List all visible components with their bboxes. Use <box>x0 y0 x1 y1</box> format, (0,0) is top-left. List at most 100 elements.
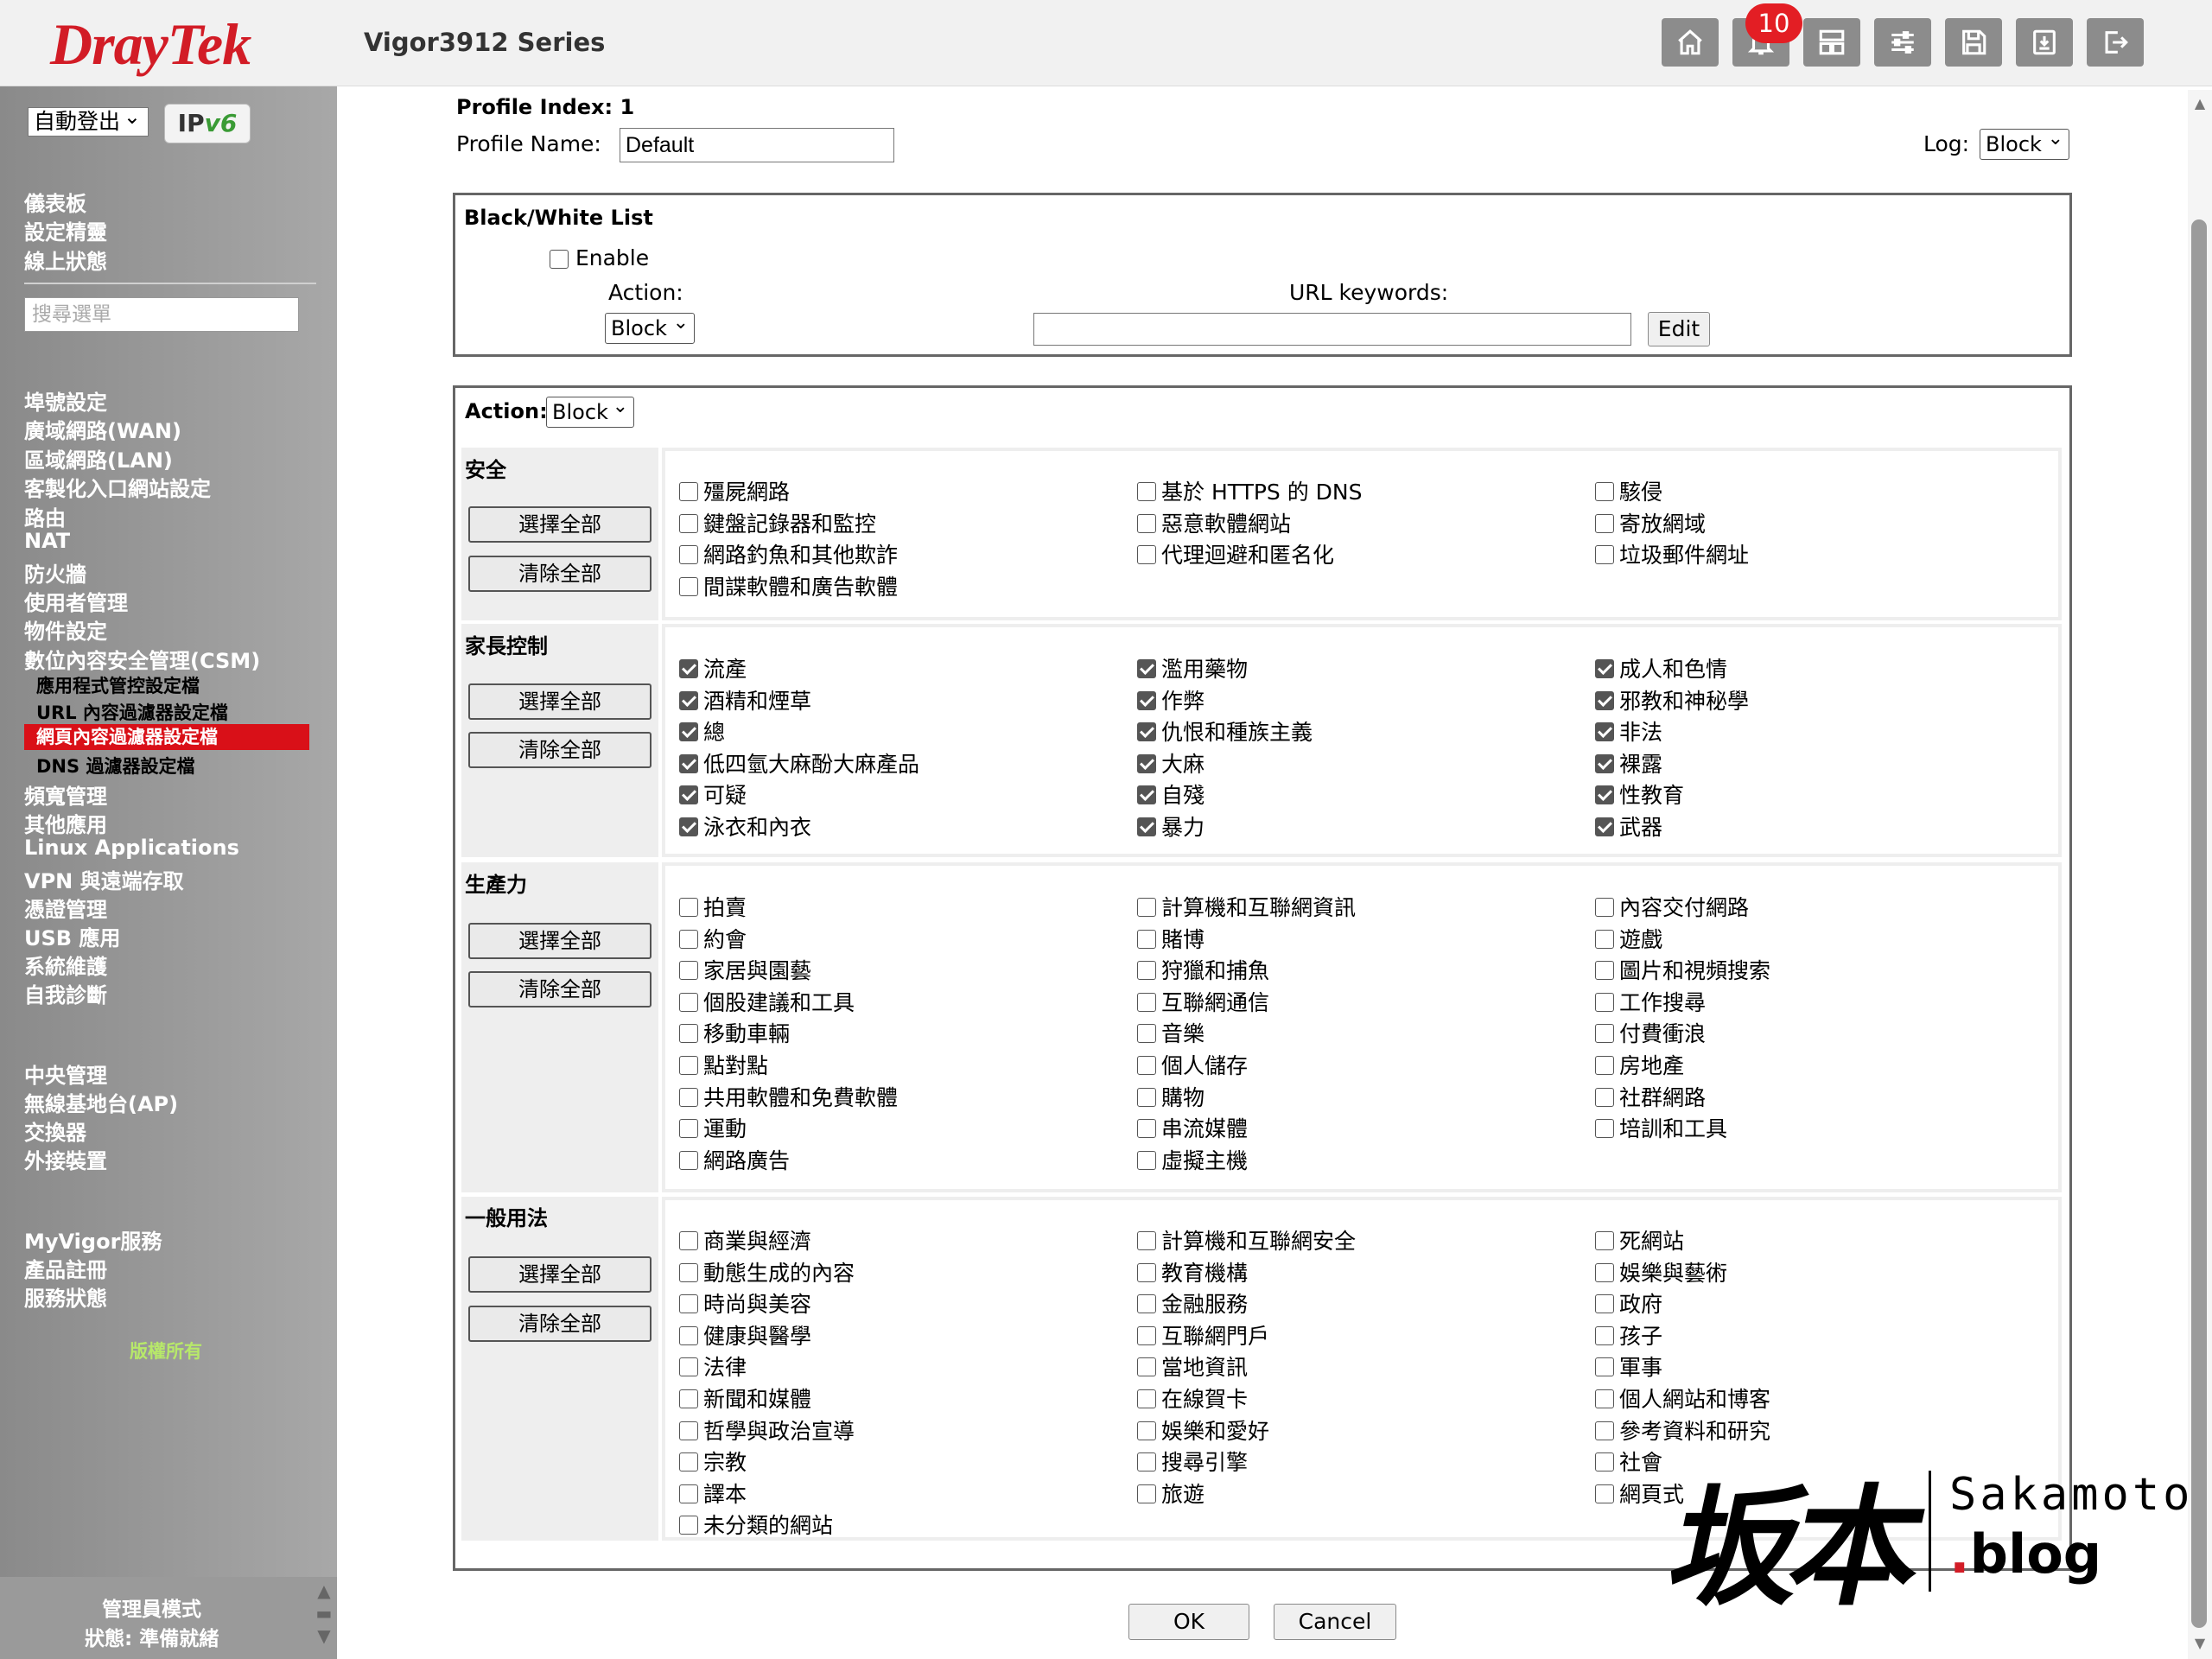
category-checkbox[interactable]: 個股建議和工具 <box>679 986 855 1017</box>
nav-central-management[interactable]: 中央管理 <box>24 1058 107 1089</box>
ipv6-button[interactable]: IPv6 <box>164 104 251 143</box>
nav-nat[interactable]: NAT <box>24 529 70 553</box>
category-checkbox[interactable]: 動態生成的內容 <box>679 1256 855 1287</box>
select-all-button[interactable]: 選擇全部 <box>468 923 652 959</box>
nav-csm[interactable]: 數位內容安全管理(CSM) <box>24 644 260 674</box>
clear-all-button[interactable]: 清除全部 <box>468 971 652 1007</box>
category-checkbox[interactable]: 健康與醫學 <box>679 1319 811 1351</box>
category-checkbox[interactable]: 未分類的網站 <box>679 1509 833 1540</box>
ok-button[interactable]: OK <box>1128 1604 1249 1640</box>
clear-all-button[interactable]: 清除全部 <box>468 732 652 768</box>
search-menu-input[interactable]: 搜尋選單 <box>24 297 299 332</box>
nav-myvigor[interactable]: MyVigor服務 <box>24 1224 162 1255</box>
category-checkbox[interactable]: 娛樂和愛好 <box>1137 1414 1269 1446</box>
nav-service-status[interactable]: 服務狀態 <box>24 1281 107 1312</box>
category-checkbox[interactable]: 新聞和媒體 <box>679 1382 811 1414</box>
category-checkbox[interactable]: 遊戲 <box>1595 923 1662 954</box>
category-checkbox[interactable]: 當地資訊 <box>1137 1351 1248 1382</box>
category-checkbox[interactable]: 工作搜尋 <box>1595 986 1706 1017</box>
category-checkbox[interactable]: 孩子 <box>1595 1319 1662 1351</box>
category-checkbox[interactable]: 泳衣和內衣 <box>679 810 811 842</box>
select-all-button[interactable]: 選擇全部 <box>468 1256 652 1293</box>
category-checkbox[interactable]: 殭屍網路 <box>679 475 790 506</box>
nav-wan[interactable]: 廣域網路(WAN) <box>24 414 181 444</box>
nav-port-setup[interactable]: 埠號設定 <box>24 385 107 416</box>
category-checkbox[interactable]: 鍵盤記錄器和監控 <box>679 507 876 538</box>
category-checkbox[interactable]: 金融服務 <box>1137 1287 1248 1319</box>
nav-external-devices[interactable]: 外接裝置 <box>24 1144 107 1174</box>
nav-lan[interactable]: 區域網路(LAN) <box>24 443 173 474</box>
category-checkbox[interactable]: 間諜軟體和廣告軟體 <box>679 570 898 601</box>
nav-diagnostics[interactable]: 自我診斷 <box>24 978 107 1008</box>
category-checkbox[interactable]: 在線賀卡 <box>1137 1382 1248 1414</box>
category-checkbox[interactable]: 邪教和神秘學 <box>1595 684 1749 715</box>
clear-all-button[interactable]: 清除全部 <box>468 1306 652 1342</box>
category-checkbox[interactable]: 運動 <box>679 1112 747 1143</box>
select-all-button[interactable]: 選擇全部 <box>468 506 652 543</box>
category-checkbox[interactable]: 網路廣告 <box>679 1144 790 1175</box>
category-checkbox[interactable]: 個人網站和博客 <box>1595 1382 1770 1414</box>
category-checkbox[interactable]: 暴力 <box>1137 810 1205 842</box>
category-checkbox[interactable]: 旅遊 <box>1137 1478 1205 1509</box>
category-checkbox[interactable]: 駭侵 <box>1595 475 1662 506</box>
category-checkbox[interactable]: 作弊 <box>1137 684 1205 715</box>
category-checkbox[interactable]: 購物 <box>1137 1081 1205 1112</box>
category-checkbox[interactable]: 網路釣魚和其他欺詐 <box>679 538 898 569</box>
scrollbar-thumb[interactable] <box>2191 219 2207 1628</box>
nav-wizard[interactable]: 設定精靈 <box>24 215 107 245</box>
home-button[interactable] <box>1662 18 1719 67</box>
nav-switch[interactable]: 交換器 <box>24 1116 86 1146</box>
nav-routing[interactable]: 路由 <box>24 501 66 531</box>
category-checkbox[interactable]: 酒精和煙草 <box>679 684 811 715</box>
category-checkbox[interactable]: 互聯網門戶 <box>1137 1319 1269 1351</box>
category-checkbox[interactable]: 代理迴避和匿名化 <box>1137 538 1334 569</box>
category-checkbox[interactable]: 商業與經濟 <box>679 1224 811 1255</box>
category-checkbox[interactable]: 惡意軟體網站 <box>1137 507 1291 538</box>
category-checkbox[interactable]: 移動車輛 <box>679 1017 790 1048</box>
export-button[interactable] <box>2016 18 2073 67</box>
category-checkbox[interactable]: 互聯網通信 <box>1137 986 1269 1017</box>
log-select[interactable]: Block <box>1980 124 2069 160</box>
url-keywords-input[interactable] <box>1033 313 1631 346</box>
category-checkbox[interactable]: 共用軟體和免費軟體 <box>679 1081 898 1112</box>
edit-button[interactable]: Edit <box>1648 312 1710 346</box>
nav-user-management[interactable]: 使用者管理 <box>24 586 128 616</box>
clear-all-button[interactable]: 清除全部 <box>468 556 652 592</box>
category-checkbox[interactable]: 寄放網域 <box>1595 507 1706 538</box>
nav-csm-app-enforcement[interactable]: 應用程式管控設定檔 <box>36 672 200 698</box>
nav-firewall[interactable]: 防火牆 <box>24 557 86 588</box>
category-checkbox[interactable]: 串流媒體 <box>1137 1112 1248 1143</box>
category-checkbox[interactable]: 約會 <box>679 923 747 954</box>
nav-dashboard[interactable]: 儀表板 <box>24 187 86 217</box>
bw-enable-checkbox[interactable]: Enable <box>550 245 649 270</box>
nav-usb[interactable]: USB 應用 <box>24 921 120 951</box>
nav-vpn[interactable]: VPN 與遠端存取 <box>24 864 184 894</box>
profile-name-input[interactable]: Default <box>620 128 894 162</box>
nav-maintenance[interactable]: 系統維護 <box>24 950 107 980</box>
autologout-select[interactable]: 自動登出 <box>28 103 149 137</box>
layout-button[interactable] <box>1803 18 1860 67</box>
category-checkbox[interactable]: 譯本 <box>679 1478 747 1509</box>
settings-button[interactable] <box>1874 18 1931 67</box>
category-checkbox[interactable]: 基於 HTTPS 的 DNS <box>1137 475 1363 506</box>
category-checkbox[interactable]: 法律 <box>679 1351 747 1382</box>
copyright-link[interactable]: 版權所有 <box>130 1338 202 1363</box>
category-checkbox[interactable]: 政府 <box>1595 1287 1662 1319</box>
nav-certificates[interactable]: 憑證管理 <box>24 893 107 923</box>
category-checkbox[interactable]: 死網站 <box>1595 1224 1684 1255</box>
category-checkbox[interactable]: 哲學與政治宣導 <box>679 1414 855 1446</box>
nav-csm-dns-filter[interactable]: DNS 過濾器設定檔 <box>36 753 194 779</box>
category-checkbox[interactable]: 仇恨和種族主義 <box>1137 715 1313 747</box>
category-checkbox[interactable]: 自殘 <box>1137 779 1205 810</box>
category-checkbox[interactable]: 搜尋引擎 <box>1137 1446 1248 1477</box>
logout-button[interactable] <box>2087 18 2144 67</box>
category-checkbox[interactable]: 點對點 <box>679 1049 768 1080</box>
category-checkbox[interactable]: 計算機和互聯網資訊 <box>1137 891 1356 922</box>
nav-csm-url-filter[interactable]: URL 內容過濾器設定檔 <box>36 699 228 725</box>
category-checkbox[interactable]: 娛樂與藝術 <box>1595 1256 1727 1287</box>
category-checkbox[interactable]: 計算機和互聯網安全 <box>1137 1224 1356 1255</box>
category-checkbox[interactable]: 拍賣 <box>679 891 747 922</box>
category-checkbox[interactable]: 房地產 <box>1595 1049 1684 1080</box>
nav-objects[interactable]: 物件設定 <box>24 614 107 645</box>
category-checkbox[interactable]: 總 <box>679 715 725 747</box>
